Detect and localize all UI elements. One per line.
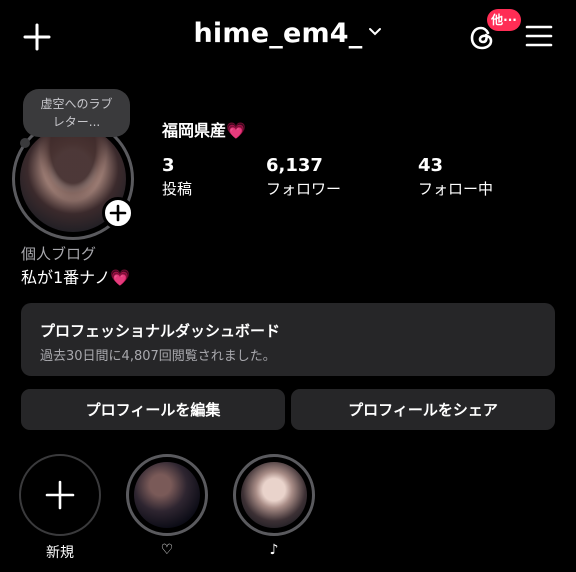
highlight-thumbnail (241, 462, 307, 528)
new-highlight-button[interactable] (19, 454, 101, 536)
highlight-label-new: 新規 (46, 545, 74, 561)
note-bubble-tail (20, 138, 30, 148)
dashboard-subtitle: 過去30日間に4,807回閲覧されました。 (40, 349, 276, 364)
highlight-label-heart: ♡ (160, 542, 174, 558)
note-bubble[interactable]: 虚空へのラブレター... (23, 89, 130, 137)
highlight-label-music: ♪ (269, 542, 279, 558)
following-count[interactable]: 43 (418, 155, 443, 176)
following-label[interactable]: フォロー中 (418, 178, 493, 199)
posts-label[interactable]: 投稿 (162, 178, 192, 199)
professional-dashboard-card[interactable]: プロフェッショナルダッシュボード 過去30日間に4,807回閲覧されました。 (21, 303, 555, 376)
highlight-heart[interactable] (126, 454, 208, 536)
profile-name-line: 福岡県産💗 (162, 121, 246, 140)
edit-profile-button[interactable]: プロフィールを編集 (21, 389, 285, 430)
posts-count[interactable]: 3 (162, 155, 175, 176)
note-text: 虚空へのラブレター... (40, 97, 113, 129)
highlight-thumbnail (134, 462, 200, 528)
menu-icon[interactable] (525, 24, 553, 48)
followers-count[interactable]: 6,137 (266, 155, 323, 176)
share-profile-button[interactable]: プロフィールをシェア (291, 389, 555, 430)
add-story-icon[interactable] (102, 197, 134, 229)
chevron-down-icon (369, 27, 382, 35)
profile-category: 個人ブログ (21, 245, 97, 263)
plus-icon (45, 480, 75, 510)
followers-label[interactable]: フォロワー (266, 178, 341, 199)
threads-notification-badge: 他··· (487, 9, 521, 31)
username: hime_em4_ (193, 18, 363, 49)
dashboard-title: プロフェッショナルダッシュボード (40, 322, 281, 340)
highlight-music[interactable] (233, 454, 315, 536)
profile-bio: 私が1番ナノ💗 (21, 268, 131, 287)
